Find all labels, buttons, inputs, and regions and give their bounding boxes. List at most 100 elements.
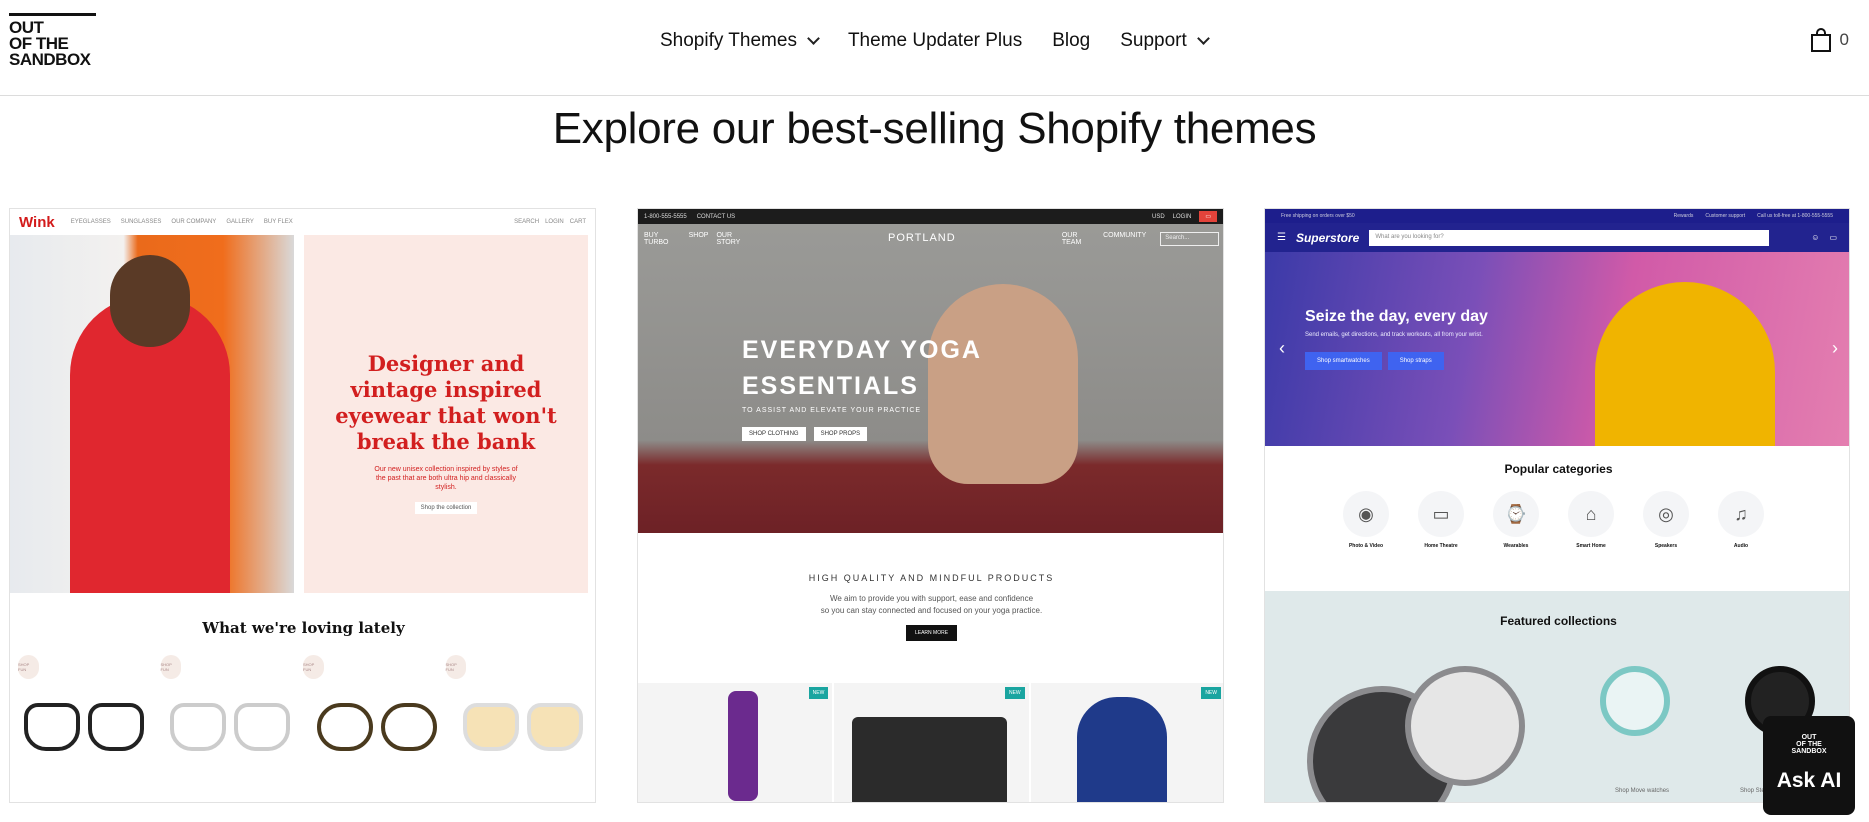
category-item: ▭ Home Theatre: [1418, 491, 1464, 549]
wink-topbar: Wink EYEGLASSES SUNGLASSES OUR COMPANY G…: [10, 209, 595, 235]
learn-more-button: LEARN MORE: [905, 625, 958, 641]
wink-hero-panel: Designer and vintage inspired eyewear th…: [304, 235, 588, 593]
portland-nav-item: BUY TURBO: [644, 232, 669, 246]
wink-nav-item: OUR COMPANY: [171, 219, 217, 225]
wink-badges: SHOP FUN SHOP FUN SHOP FUN SHOP FUN: [18, 655, 588, 679]
site-logo[interactable]: OUT OF THE SANDBOX: [9, 13, 97, 68]
portland-logo: PORTLAND: [888, 232, 956, 244]
chevron-down-icon: [807, 32, 820, 45]
chevron-left-icon: ‹: [1279, 338, 1285, 358]
portland-currency: USD: [1151, 213, 1165, 220]
wink-nav-item: BUY FLEX: [263, 219, 293, 225]
shop-props-button: SHOP PROPS: [813, 427, 868, 441]
chevron-down-icon: [1196, 32, 1210, 45]
wink-nav-item: CART: [569, 219, 586, 225]
site-header: OUT OF THE SANDBOX Shopify Themes Theme …: [0, 0, 1869, 96]
ask-ai-button[interactable]: OUT OF THE SANDBOX Ask AI: [1763, 716, 1855, 815]
wink-nav-item: GALLERY: [226, 219, 254, 225]
category-label: Photo & Video: [1348, 543, 1384, 549]
product-tile: NEW: [1030, 683, 1223, 802]
superstore-topbar-right: Rewards Customer support Call us toll-fr…: [1674, 213, 1833, 219]
portland-intro-desc: We aim to provide you with support, ease…: [638, 593, 1223, 617]
desc-line: We aim to provide you with support, ease…: [829, 594, 1034, 603]
speaker-icon: ◎: [1643, 491, 1689, 537]
superstore-header: ☰ Superstore What are you looking for? ☺…: [1265, 223, 1849, 252]
new-badge: NEW: [808, 687, 829, 699]
ask-ai-label: Ask AI: [1776, 769, 1842, 792]
new-badge: NEW: [1004, 687, 1025, 699]
home-icon: ⌂: [1568, 491, 1614, 537]
eyeglasses-image: [163, 697, 298, 757]
wink-hero-photo: [10, 235, 294, 593]
superstore-categories: ◉ Photo & Video ▭ Home Theatre ⌚ Wearables …: [1343, 491, 1764, 549]
category-label: Wearables: [1503, 543, 1529, 549]
person-figure: [1595, 282, 1775, 446]
featured-title: Featured collections: [1500, 614, 1617, 628]
nav-support[interactable]: Support: [1120, 30, 1210, 52]
cart-button[interactable]: 0: [1810, 28, 1849, 52]
portland-contact: CONTACT US: [696, 213, 736, 220]
wink-nav-item: SUNGLASSES: [120, 219, 162, 225]
category-label: Smart Home: [1576, 543, 1606, 549]
shop-straps-button: Shop straps: [1387, 352, 1444, 370]
wink-hero: Designer and vintage inspired eyewear th…: [10, 235, 595, 593]
nav-label: Shopify Themes: [660, 30, 797, 51]
portland-hero-subtitle: TO ASSIST AND ELEVATE YOUR PRACTICE: [742, 407, 922, 414]
eyeglasses-image: [309, 697, 444, 757]
superstore-promo: Free shipping on orders over $50: [1281, 213, 1355, 219]
badge: SHOP FUN: [303, 655, 324, 679]
portland-hero: BUY TURBO SHOP OUR STORY OUR TEAM COMMUN…: [638, 224, 1223, 533]
category-label: Home Theatre: [1424, 543, 1458, 549]
menu-icon: ☰: [1277, 232, 1286, 243]
portland-intro-title: HIGH QUALITY AND MINDFUL PRODUCTS: [808, 573, 1055, 583]
superstore-hero-title: Seize the day, every day: [1305, 308, 1488, 325]
watch-image: [1600, 666, 1670, 736]
shop-smartwatches-button: Shop smartwatches: [1305, 352, 1382, 370]
theme-card-wink[interactable]: Wink EYEGLASSES SUNGLASSES OUR COMPANY G…: [9, 208, 596, 803]
sunglasses-image: [456, 697, 591, 757]
theme-card-portland[interactable]: 1-800-555-5555 CONTACT US USD LOGIN ▭ BU…: [637, 208, 1224, 803]
theme-card-superstore[interactable]: Free shipping on orders over $50 Rewards…: [1264, 208, 1850, 803]
nav-shopify-themes[interactable]: Shopify Themes: [660, 30, 820, 52]
category-item: ◉ Photo & Video: [1343, 491, 1389, 549]
category-item: ♫ Audio: [1718, 491, 1764, 549]
portland-cart-icon: ▭: [1199, 211, 1217, 222]
portland-nav-item: SHOP: [688, 232, 709, 239]
category-label: Audio: [1733, 543, 1749, 549]
badge: SHOP FUN: [160, 655, 181, 679]
main-nav: Shopify Themes Theme Updater Plus Blog S…: [660, 30, 1210, 52]
portland-hero-title: EVERYDAY YOGA ESSENTIALS: [742, 332, 982, 404]
nav-blog[interactable]: Blog: [1052, 30, 1090, 52]
new-badge: NEW: [1201, 687, 1221, 699]
shop-clothing-button: SHOP CLOTHING: [742, 427, 806, 441]
badge: SHOP FUN: [445, 655, 466, 679]
portland-nav-item: OUR TEAM: [1061, 232, 1082, 246]
superstore-logo: Superstore: [1295, 230, 1360, 245]
portland-products: NEW NEW NEW: [638, 683, 1223, 802]
wink-subtext: Our new unisex collection inspired by st…: [374, 466, 518, 491]
watch-icon: ⌚: [1493, 491, 1539, 537]
badge: SHOP FUN: [18, 655, 39, 679]
superstore-search: What are you looking for?: [1369, 229, 1770, 246]
superstore-top-link: Customer support: [1705, 213, 1746, 219]
watch-image: [1405, 666, 1525, 786]
hero-title-line: EVERYDAY YOGA: [742, 336, 982, 364]
portland-intro: HIGH QUALITY AND MINDFUL PRODUCTS We aim…: [638, 573, 1223, 641]
wink-nav-right: SEARCH LOGIN CART: [514, 219, 586, 225]
superstore-hero-desc: Send emails, get directions, and track w…: [1305, 332, 1483, 338]
eyeglasses-image: [16, 697, 151, 757]
desc-line: so you can stay connected and focused on…: [820, 606, 1043, 615]
superstore-hero-buttons: Shop smartwatches Shop straps: [1305, 352, 1444, 370]
headphones-icon: ♫: [1718, 491, 1764, 537]
portland-nav-item: OUR STORY: [716, 232, 741, 246]
wink-headline: Designer and vintage inspired eyewear th…: [335, 351, 557, 454]
page-title: Explore our best-selling Shopify themes: [552, 104, 1317, 153]
superstore-hero: Seize the day, every day Send emails, ge…: [1265, 252, 1849, 446]
featured-label: Shop Move watches: [1615, 788, 1670, 794]
wink-products: [16, 697, 591, 757]
nav-theme-updater-plus[interactable]: Theme Updater Plus: [848, 30, 1022, 52]
superstore-top-link: Rewards: [1673, 213, 1694, 219]
wink-nav-item: SEARCH: [514, 219, 540, 225]
product-tile: NEW: [834, 683, 1029, 802]
wink-nav-item: EYEGLASSES: [70, 219, 111, 225]
